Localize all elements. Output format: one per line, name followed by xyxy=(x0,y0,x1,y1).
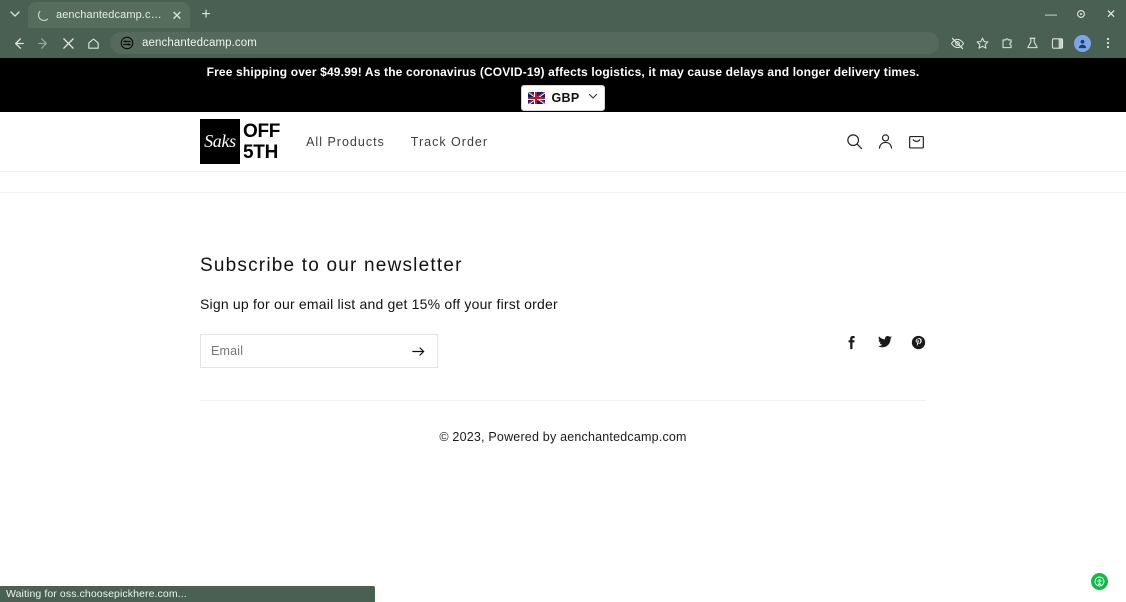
lab-flask-icon[interactable] xyxy=(1020,31,1045,56)
newsletter-subtitle: Sign up for our email list and get 15% o… xyxy=(200,296,558,312)
minimize-button[interactable]: — xyxy=(1036,0,1066,28)
logo-mark: Saks xyxy=(200,119,240,164)
side-panel-icon[interactable] xyxy=(1045,31,1070,56)
back-icon[interactable] xyxy=(6,31,31,56)
search-icon[interactable] xyxy=(845,132,864,151)
profile-avatar-icon[interactable] xyxy=(1070,31,1095,56)
email-input[interactable] xyxy=(211,344,409,358)
forward-icon[interactable] xyxy=(31,31,56,56)
loading-spinner-icon xyxy=(38,9,50,21)
header-icons xyxy=(845,132,926,151)
chevron-down-icon xyxy=(587,89,599,107)
newsletter-section: Subscribe to our newsletter Sign up for … xyxy=(0,193,1126,444)
tab-close-icon[interactable]: ✕ xyxy=(170,8,184,22)
logo-line-2: 5TH xyxy=(243,141,278,163)
chrome-menu-icon[interactable] xyxy=(1095,31,1120,56)
site-logo[interactable]: Saks OFF 5TH xyxy=(200,119,280,164)
pinterest-icon[interactable] xyxy=(911,335,926,350)
status-bar: Waiting for oss.choosepickhere.com... xyxy=(0,586,375,602)
social-links xyxy=(844,334,926,350)
incognito-eye-off-icon[interactable] xyxy=(945,31,970,56)
browser-window: aenchantedcamp.com ✕ + — ✕ aenchantedcam… xyxy=(0,0,1126,602)
announcement-bar: Free shipping over $49.99! As the corona… xyxy=(0,58,1126,112)
logo-saks-text: Saks xyxy=(204,131,236,151)
currency-label: GBP xyxy=(551,91,580,105)
uk-flag-icon xyxy=(527,92,545,104)
home-icon[interactable] xyxy=(81,31,106,56)
cart-icon[interactable] xyxy=(907,132,926,151)
twitter-icon[interactable] xyxy=(877,334,893,350)
newsletter-submit-arrow-icon[interactable] xyxy=(409,342,427,360)
tab-search-button[interactable] xyxy=(2,1,28,27)
account-icon[interactable] xyxy=(876,132,895,151)
logo-off5th: OFF 5TH xyxy=(243,121,280,163)
address-bar[interactable]: aenchantedcamp.com xyxy=(110,32,939,54)
extensions-puzzle-icon[interactable] xyxy=(995,31,1020,56)
close-window-button[interactable]: ✕ xyxy=(1096,0,1126,28)
logo-line-1: OFF xyxy=(243,120,281,142)
page-viewport: Free shipping over $49.99! As the corona… xyxy=(0,58,1126,602)
browser-toolbar: aenchantedcamp.com xyxy=(0,28,1126,58)
status-bar-text: Waiting for oss.choosepickhere.com... xyxy=(6,588,187,600)
maximize-button[interactable] xyxy=(1066,0,1096,28)
newsletter-row xyxy=(200,334,926,368)
tab-strip: aenchantedcamp.com ✕ + — ✕ xyxy=(0,0,1126,28)
stop-loading-icon[interactable] xyxy=(56,31,81,56)
nav-item-all-products[interactable]: All Products xyxy=(306,135,385,149)
browser-tab[interactable]: aenchantedcamp.com ✕ xyxy=(28,2,190,28)
facebook-icon[interactable] xyxy=(844,335,859,350)
nav-item-track-order[interactable]: Track Order xyxy=(411,135,488,149)
bookmark-star-icon[interactable] xyxy=(970,31,995,56)
main-nav: All Products Track Order xyxy=(306,135,488,149)
copyright-text: © 2023, Powered by aenchantedcamp.com xyxy=(439,430,687,444)
accessibility-badge-icon[interactable] xyxy=(1091,573,1108,590)
address-bar-url: aenchantedcamp.com xyxy=(142,37,257,49)
newsletter-title: Subscribe to our newsletter xyxy=(200,255,463,276)
window-controls: — ✕ xyxy=(1036,0,1126,28)
toolbar-right-icons xyxy=(945,31,1120,56)
tab-title: aenchantedcamp.com xyxy=(56,9,164,21)
new-tab-button[interactable]: + xyxy=(194,3,218,27)
announcement-text: Free shipping over $49.99! As the corona… xyxy=(206,65,920,79)
email-input-wrapper[interactable] xyxy=(200,334,438,368)
currency-selector[interactable]: GBP xyxy=(521,85,605,111)
site-settings-icon[interactable] xyxy=(120,36,134,50)
site-header: Saks OFF 5TH All Products Track Order xyxy=(0,112,1126,172)
